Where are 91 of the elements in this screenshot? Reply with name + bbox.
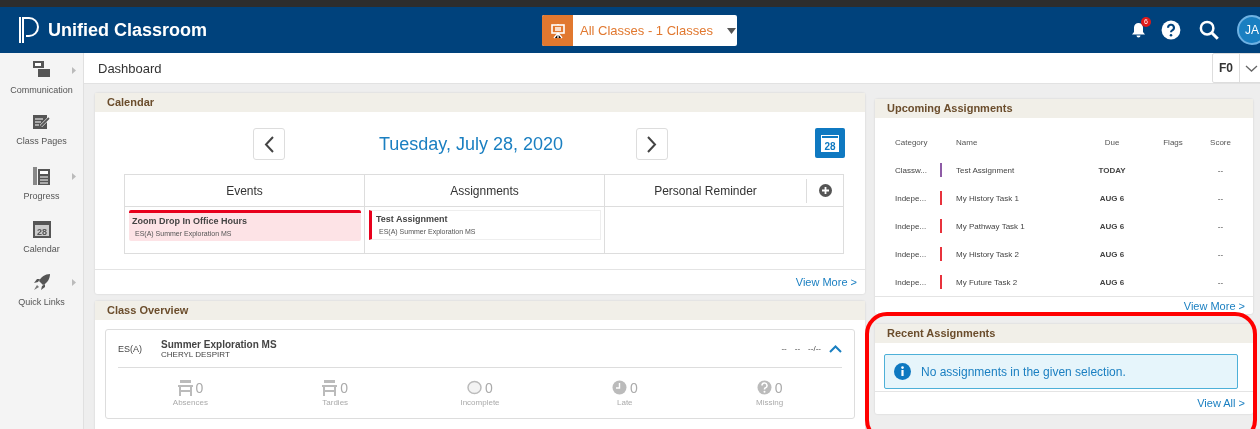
- card-header: Calendar: [95, 93, 865, 112]
- score-cell: --: [1217, 165, 1224, 175]
- bell-icon: [1130, 22, 1146, 38]
- help-icon[interactable]: [1161, 20, 1181, 40]
- page-title: Dashboard: [98, 60, 163, 76]
- category-cell: Indepe...: [895, 277, 927, 287]
- stat-value: 0: [629, 379, 638, 396]
- column-header: Score: [1210, 137, 1231, 147]
- info-icon: [894, 363, 911, 380]
- column-header: Category: [895, 137, 928, 147]
- previous-day-button[interactable]: [253, 128, 285, 160]
- easel-icon: [549, 22, 566, 39]
- stat-label: Absences: [172, 397, 208, 407]
- calculator-icon: [32, 167, 51, 185]
- submenu-arrow-icon: [72, 173, 76, 180]
- stat-value: 0: [485, 379, 493, 396]
- stat-value: 0: [340, 379, 349, 396]
- chevron-up-icon[interactable]: [829, 344, 842, 353]
- column-header: Flags: [1163, 137, 1183, 147]
- desk-icon: [177, 379, 193, 396]
- current-date: Tuesday, July 28, 2020: [377, 134, 565, 155]
- stat-value: 0: [774, 379, 783, 396]
- chevron-left-icon: [264, 135, 274, 153]
- category-cell: Classw...: [895, 165, 927, 175]
- calendar-icon: 28: [32, 220, 51, 238]
- user-avatar[interactable]: JA: [1237, 15, 1260, 45]
- term-dropdown[interactable]: F0: [1212, 53, 1260, 83]
- sidebar-item[interactable]: 28 Calendar: [0, 212, 83, 265]
- category-cell: Indepe...: [895, 249, 927, 259]
- chat-icon: [32, 61, 51, 79]
- sidebar-item[interactable]: Communication: [0, 53, 83, 106]
- stat-label: Missing: [756, 397, 784, 407]
- score-cell: --: [1217, 277, 1224, 287]
- column-header: Name: [956, 137, 978, 147]
- stat-value: 0: [195, 379, 204, 396]
- teacher-name: CHERYL DESPIRT: [161, 349, 230, 359]
- assignment-name[interactable]: My History Task 1: [956, 193, 1019, 203]
- next-day-button[interactable]: [636, 128, 668, 160]
- grade-value: --: [794, 344, 801, 353]
- column-header: Personal Reminder: [653, 183, 758, 198]
- sidebar-item[interactable]: Progress: [0, 159, 83, 212]
- score-cell: --: [1217, 193, 1224, 203]
- circle-icon: [467, 380, 483, 395]
- stat-label: Tardies: [322, 397, 349, 407]
- assignment-name[interactable]: Test Assignment: [956, 165, 1015, 175]
- assignment-name[interactable]: My History Task 2: [956, 249, 1019, 259]
- score-cell: --: [1217, 221, 1224, 231]
- caret-icon: [726, 27, 736, 34]
- stat-label: Incomplete: [460, 397, 500, 407]
- column-header: Events: [226, 183, 263, 198]
- class-name: Summer Exploration MS: [161, 338, 277, 350]
- card-header: Upcoming Assignments: [875, 99, 1253, 118]
- column-header: Assignments: [450, 183, 519, 198]
- category-cell: Indepe...: [895, 221, 927, 231]
- due-date: AUG 6: [1099, 277, 1125, 287]
- chevron-down-icon: [1244, 64, 1258, 72]
- column-header: Due: [1104, 137, 1120, 147]
- grade-value: --/--: [808, 344, 821, 353]
- due-date: AUG 6: [1099, 249, 1125, 259]
- grade-value: --: [781, 344, 787, 353]
- logo-icon: [18, 15, 42, 45]
- class-code: ES(A): [118, 343, 143, 354]
- due-date: AUG 6: [1099, 221, 1125, 231]
- view-all-link[interactable]: View All >: [1197, 397, 1245, 409]
- due-date: AUG 6: [1099, 193, 1125, 203]
- score-cell: --: [1217, 249, 1224, 259]
- search-icon[interactable]: [1199, 20, 1219, 40]
- desk-icon: [322, 379, 338, 396]
- submenu-arrow-icon: [72, 279, 76, 286]
- assignment-name[interactable]: My Pathway Task 1: [956, 221, 1025, 231]
- submenu-arrow-icon: [72, 67, 76, 74]
- view-more-link[interactable]: View More >: [795, 276, 857, 288]
- chevron-right-icon: [647, 135, 657, 153]
- sidebar-item[interactable]: Class Pages: [0, 106, 83, 159]
- view-more-link[interactable]: View More >: [1183, 299, 1245, 312]
- stat-label: Late: [617, 397, 633, 407]
- category-cell: Indepe...: [895, 193, 927, 203]
- card-header: Recent Assignments: [875, 324, 1253, 343]
- message-text: No assignments in the given selection.: [921, 364, 1126, 379]
- sidebar-item[interactable]: Quick Links: [0, 265, 83, 318]
- assignment-name[interactable]: My Future Task 2: [956, 277, 1018, 287]
- edit-page-icon: [32, 114, 51, 130]
- date-picker-button[interactable]: 28: [815, 128, 845, 158]
- app-title: Unified Classroom: [48, 19, 208, 41]
- calendar-icon: 28: [821, 134, 839, 152]
- clock-icon: [611, 380, 627, 395]
- due-date: TODAY: [1098, 165, 1126, 175]
- rocket-icon: [32, 273, 51, 291]
- add-icon[interactable]: [818, 184, 832, 197]
- card-header: Class Overview: [95, 301, 865, 320]
- question-icon: [756, 380, 772, 395]
